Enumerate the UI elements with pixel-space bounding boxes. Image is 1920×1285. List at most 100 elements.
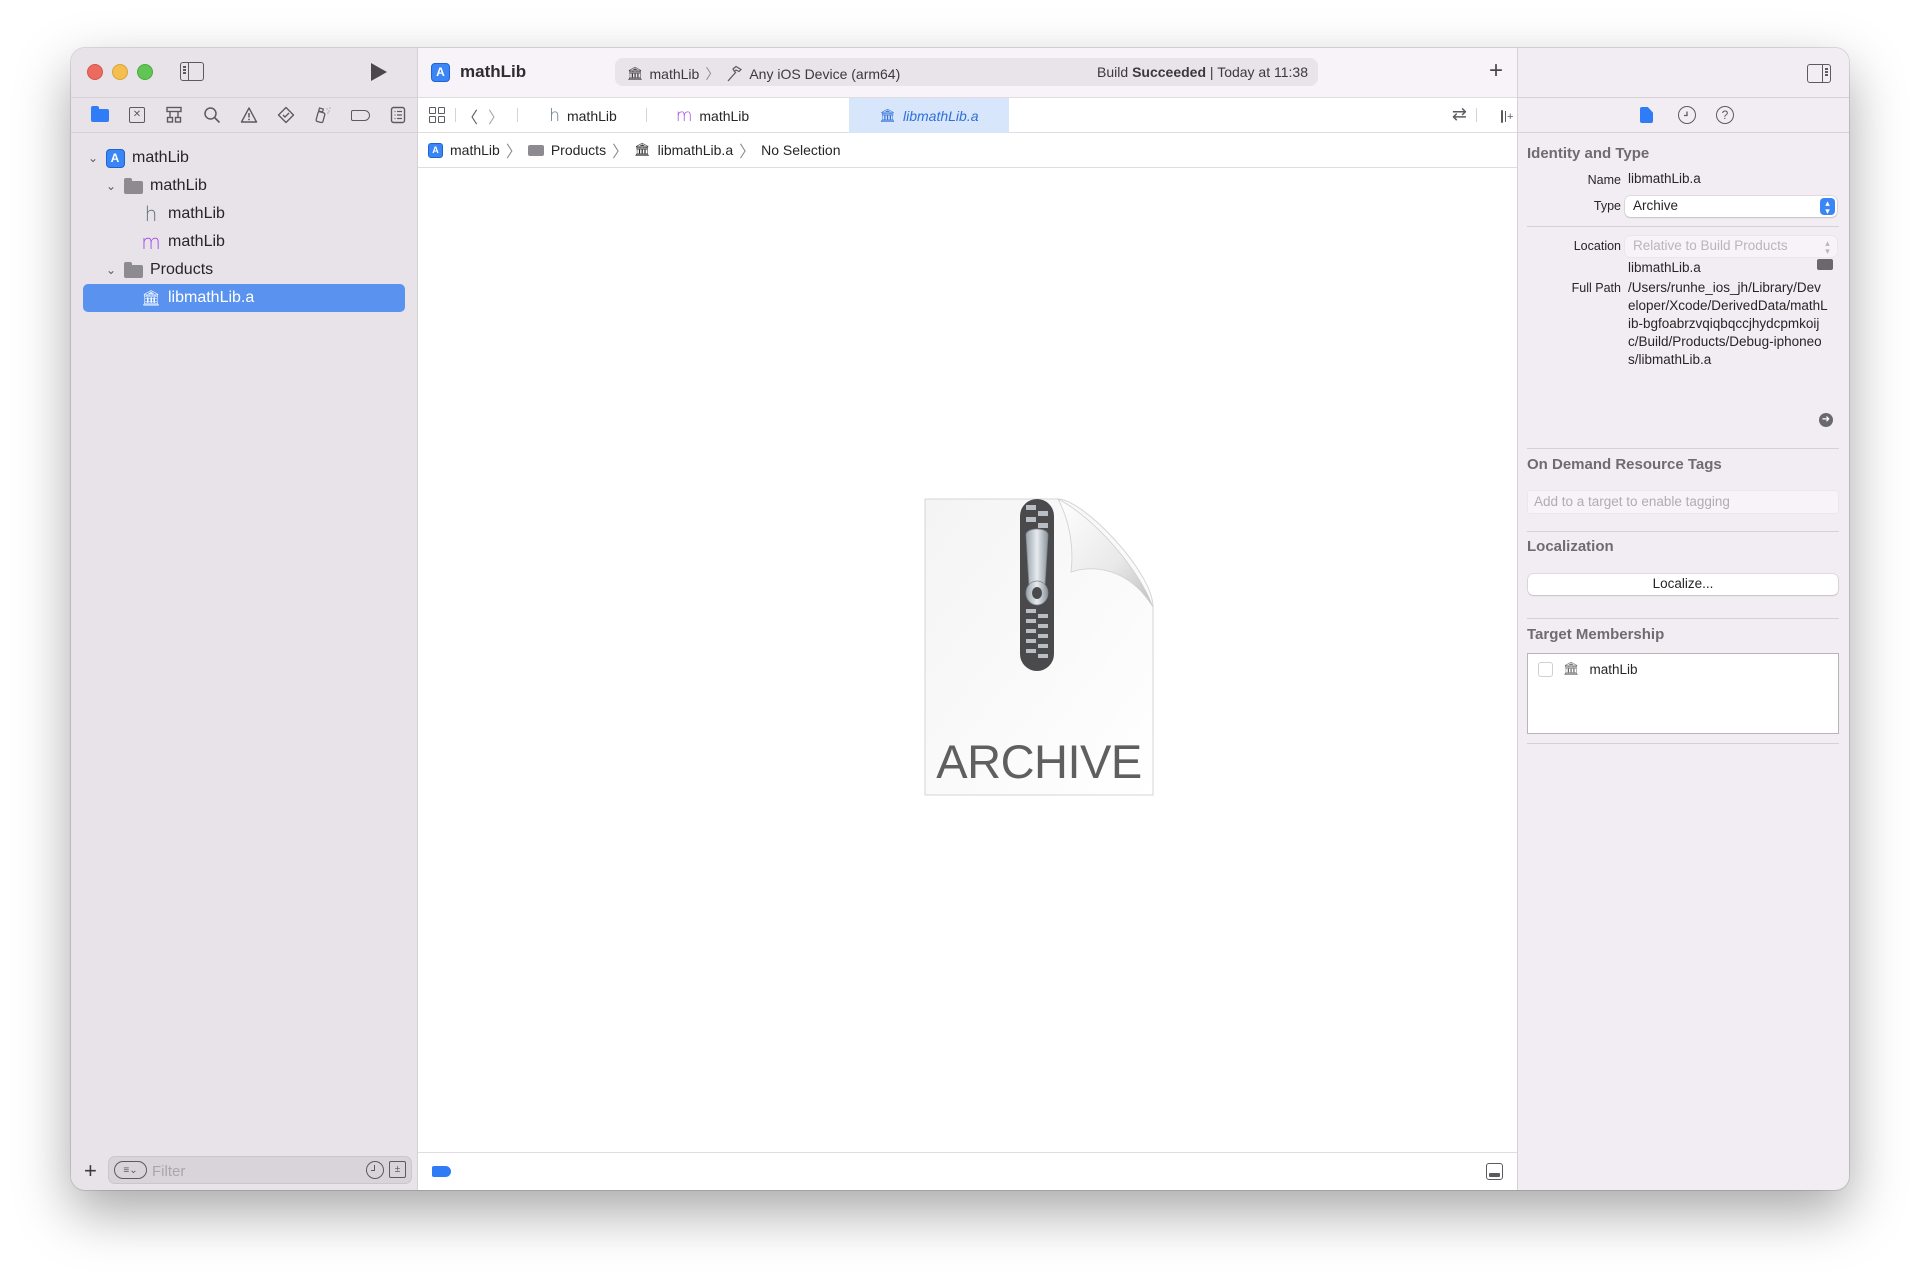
- source-control-navigator-tab[interactable]: ✕: [118, 100, 155, 130]
- name-label: Name: [1587, 173, 1621, 187]
- status-separator: |: [1209, 64, 1214, 80]
- source-control-filter-icon[interactable]: ±: [389, 1161, 406, 1178]
- tree-item-library-selected[interactable]: 🏛 libmathLib.a: [83, 284, 405, 312]
- jump-bar-group[interactable]: Products: [527, 142, 607, 158]
- back-icon[interactable]: 〈: [462, 104, 478, 128]
- chevron-right-icon: 〉: [505, 144, 522, 161]
- tab-label: mathLib: [566, 107, 617, 124]
- symbol-navigator-tab[interactable]: [156, 100, 193, 130]
- quick-help-question-icon[interactable]: ?: [1716, 106, 1734, 124]
- test-navigator-tab[interactable]: [268, 100, 305, 130]
- folder-icon: [123, 178, 143, 194]
- editor-area: A mathLib 🏛 mathLib 〉 Any iOS Device (ar…: [418, 48, 1517, 1190]
- scheme-target[interactable]: mathLib: [650, 66, 700, 82]
- library-add-icon[interactable]: +: [1489, 57, 1503, 85]
- tree-item-group[interactable]: ⌄ mathLib: [71, 172, 417, 200]
- minimize-window-button[interactable]: [112, 64, 128, 80]
- close-window-button[interactable]: [87, 64, 103, 80]
- tree-item-products-group[interactable]: ⌄ Products: [71, 256, 417, 284]
- tab-library-active[interactable]: 🏛 libmathLib.a: [849, 98, 1009, 133]
- target-checkbox[interactable]: [1538, 661, 1553, 677]
- breakpoints-toggle-icon[interactable]: [432, 1166, 451, 1177]
- tree-item-label: mathLib: [132, 149, 189, 166]
- tree-item-header-file[interactable]: h mathLib: [71, 200, 417, 228]
- chevron-down-icon[interactable]: ⌄: [87, 151, 99, 165]
- location-filename: libmathLib.a: [1628, 260, 1701, 275]
- jump-bar-selection[interactable]: No Selection: [761, 142, 840, 158]
- add-editor-split-icon[interactable]: +: [1501, 106, 1513, 124]
- tree-item-label: Products: [150, 261, 214, 278]
- tree-item-label: mathLib: [168, 205, 225, 222]
- tree-item-label: mathLib: [150, 177, 207, 194]
- related-items-grid-icon[interactable]: [429, 107, 445, 123]
- status-prefix: Build: [1097, 64, 1129, 80]
- library-icon: 🏛: [634, 142, 651, 157]
- report-navigator-tab[interactable]: [380, 100, 417, 130]
- add-file-icon[interactable]: +: [84, 1158, 97, 1184]
- tab-label: mathLib: [699, 107, 750, 124]
- localize-button[interactable]: Localize...: [1528, 574, 1838, 595]
- type-select[interactable]: Archive ▴ ▾: [1625, 196, 1837, 217]
- tree-item-implementation-file[interactable]: m mathLib: [71, 228, 417, 256]
- folder-icon: [123, 262, 143, 278]
- forward-icon[interactable]: 〉: [488, 104, 504, 128]
- reveal-in-finder-arrow-icon[interactable]: ➜: [1819, 413, 1833, 427]
- navigator-toggle-icon[interactable]: [180, 62, 204, 81]
- build-result: Succeeded: [1132, 64, 1207, 80]
- run-destination[interactable]: Any iOS Device (arm64): [749, 66, 900, 82]
- target-membership-list: 🏛 mathLib: [1527, 653, 1839, 734]
- location-label: Location: [1573, 239, 1621, 253]
- chevron-right-icon: 〉: [705, 66, 720, 82]
- jump-bar-label: Products: [550, 142, 607, 158]
- run-play-icon[interactable]: [371, 63, 387, 81]
- resource-tags-field[interactable]: Add to a target to enable tagging: [1527, 490, 1839, 514]
- choose-folder-icon[interactable]: [1817, 259, 1833, 270]
- jump-bar-label: libmathLib.a: [657, 142, 734, 158]
- breakpoint-navigator-tab[interactable]: [342, 100, 379, 130]
- project-navigator-tab[interactable]: [81, 100, 118, 130]
- jump-bar-label: mathLib: [450, 142, 500, 158]
- tab-implementation-file[interactable]: m mathLib: [647, 98, 778, 133]
- jump-bar-file[interactable]: 🏛 libmathLib.a: [634, 142, 733, 158]
- jump-bar-label: No Selection: [761, 142, 841, 158]
- target-name: mathLib: [1589, 661, 1638, 677]
- filter-options-icon[interactable]: ≡⌄: [114, 1161, 147, 1179]
- inspector-toggle-icon[interactable]: [1807, 64, 1831, 83]
- tab-header-file[interactable]: h mathLib: [520, 98, 646, 133]
- chevron-down-icon[interactable]: ⌄: [105, 263, 117, 277]
- select-stepper-icon: ▴ ▾: [1820, 198, 1835, 216]
- library-icon: 🏛: [1563, 661, 1580, 676]
- header-file-icon: h: [549, 105, 560, 126]
- debug-area-toggle-icon[interactable]: [1486, 1163, 1503, 1180]
- history-clock-icon[interactable]: [1678, 106, 1696, 124]
- swap-editors-icon[interactable]: ⇄: [1452, 104, 1467, 125]
- jump-bar-project[interactable]: A mathLib: [428, 142, 500, 158]
- file-inspector-doc-icon[interactable]: [1640, 107, 1653, 123]
- breakpoint-icon: [351, 109, 371, 121]
- recent-files-clock-icon[interactable]: [366, 1161, 384, 1179]
- app-project-icon: A: [431, 62, 450, 82]
- localization-section-title: Localization: [1527, 538, 1614, 555]
- location-select[interactable]: Relative to Build Products ▴ ▾: [1625, 236, 1837, 257]
- chevron-down-icon[interactable]: ⌄: [105, 179, 117, 193]
- header-file-icon: h: [144, 202, 158, 226]
- zoom-window-button[interactable]: [137, 64, 153, 80]
- file-tree: ⌄ A mathLib ⌄ mathLib h mathLib m mathLi…: [71, 144, 417, 312]
- location-value: Relative to Build Products: [1633, 238, 1788, 253]
- issue-navigator-tab[interactable]: [230, 100, 267, 130]
- activity-view: 🏛 mathLib 〉 Any iOS Device (arm64) Build…: [615, 58, 1318, 86]
- tree-item-project[interactable]: ⌄ A mathLib: [71, 144, 417, 172]
- filter-input[interactable]: [152, 1161, 352, 1181]
- objc-file-icon: m: [141, 230, 161, 254]
- name-field[interactable]: libmathLib.a: [1628, 171, 1701, 186]
- scheme-selector[interactable]: 🏛 mathLib 〉 Any iOS Device (arm64): [627, 64, 900, 84]
- build-time: Today at 11:38: [1217, 64, 1308, 80]
- test-diamond-icon: [278, 106, 295, 124]
- find-navigator-tab[interactable]: [193, 100, 230, 130]
- app-project-icon: A: [105, 148, 125, 168]
- app-project-icon: A: [428, 142, 443, 158]
- inspector-panel: ? Identity and Type Name libmathLib.a Ty…: [1517, 48, 1849, 1190]
- debug-navigator-tab[interactable]: [305, 100, 342, 130]
- report-list-icon: [391, 106, 406, 124]
- warning-icon: [240, 107, 258, 123]
